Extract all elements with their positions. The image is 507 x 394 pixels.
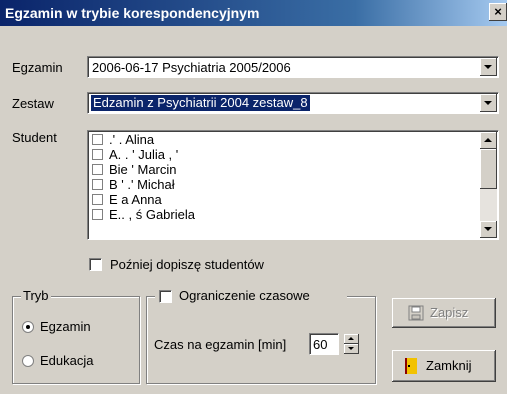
scrollbar-thumb[interactable]	[480, 149, 497, 189]
chevron-down-icon[interactable]	[480, 221, 497, 238]
window-title: Egzamin w trybie korespondencyjnym	[5, 5, 260, 21]
student-scrollbar[interactable]	[480, 132, 497, 238]
later-checkbox[interactable]	[89, 258, 102, 271]
radio-edukacja-label: Edukacja	[40, 353, 94, 368]
student-list[interactable]: .' . Alina A. . ' Julia , ' Bie ' Marcin…	[87, 130, 499, 240]
tryb-group	[12, 296, 140, 384]
save-label: Zapisz	[430, 305, 469, 320]
student-name: A. . ' Julia , '	[109, 147, 179, 162]
list-item[interactable]: E a Anna	[92, 193, 162, 207]
egzamin-select[interactable]: 2006-06-17 Psychiatria 2005/2006	[87, 56, 499, 78]
close-label: Zamknij	[426, 358, 472, 373]
egzamin-value: 2006-06-17 Psychiatria 2005/2006	[92, 60, 291, 75]
student-name: Bie ' Marcin	[109, 162, 177, 177]
door-exit-icon	[405, 358, 417, 374]
radio-egzamin[interactable]	[22, 321, 34, 333]
checkbox[interactable]	[92, 164, 103, 175]
student-label: Student	[12, 130, 57, 145]
limit-label: Ograniczenie czasowe	[179, 288, 310, 303]
close-button[interactable]: Zamknij	[392, 350, 496, 382]
list-item[interactable]: .' . Alina	[92, 133, 154, 147]
student-name: B ' .' Michał	[109, 177, 175, 192]
chevron-down-icon[interactable]	[480, 58, 497, 76]
chevron-down-icon[interactable]	[480, 94, 497, 112]
time-stepper[interactable]	[344, 334, 359, 354]
limit-header: Ograniczenie czasowe	[155, 288, 347, 305]
time-input[interactable]: 60	[309, 333, 339, 355]
checkbox[interactable]	[92, 209, 103, 220]
tryb-label: Tryb	[21, 288, 51, 303]
close-icon[interactable]: ×	[489, 3, 507, 21]
spin-up-icon[interactable]	[344, 334, 359, 344]
list-item[interactable]: B ' .' Michał	[92, 178, 175, 192]
floppy-disk-icon	[408, 305, 424, 321]
zestaw-select[interactable]: Edzamin z Psychiatrii 2004 zestaw_8	[87, 92, 499, 114]
egzamin-label: Egzamin	[12, 60, 63, 75]
spin-down-icon[interactable]	[344, 344, 359, 354]
radio-egzamin-label: Egzamin	[40, 319, 91, 334]
checkbox[interactable]	[92, 194, 103, 205]
list-item[interactable]: Bie ' Marcin	[92, 163, 177, 177]
save-button[interactable]: Zapisz	[392, 298, 496, 328]
time-value: 60	[313, 337, 328, 352]
zestaw-label: Zestaw	[12, 96, 54, 111]
later-label: Poźniej dopiszę studentów	[110, 257, 264, 272]
list-item[interactable]: E.. , ś Gabriela	[92, 208, 195, 222]
student-name: .' . Alina	[109, 132, 155, 147]
radio-edukacja[interactable]	[22, 355, 34, 367]
student-name: E a Anna	[109, 192, 162, 207]
limit-checkbox[interactable]	[159, 290, 172, 303]
zestaw-value: Edzamin z Psychiatrii 2004 zestaw_8	[91, 95, 310, 111]
title-bar[interactable]: Egzamin w trybie korespondencyjnym ×	[0, 0, 507, 26]
dialog-window: Egzamin w trybie korespondencyjnym × Egz…	[0, 0, 507, 394]
time-label: Czas na egzamin [min]	[154, 337, 287, 352]
list-item[interactable]: A. . ' Julia , '	[92, 148, 178, 162]
student-name: E.. , ś Gabriela	[109, 207, 195, 222]
checkbox[interactable]	[92, 179, 103, 190]
checkbox[interactable]	[92, 134, 103, 145]
checkbox[interactable]	[92, 149, 103, 160]
chevron-up-icon[interactable]	[480, 132, 497, 149]
